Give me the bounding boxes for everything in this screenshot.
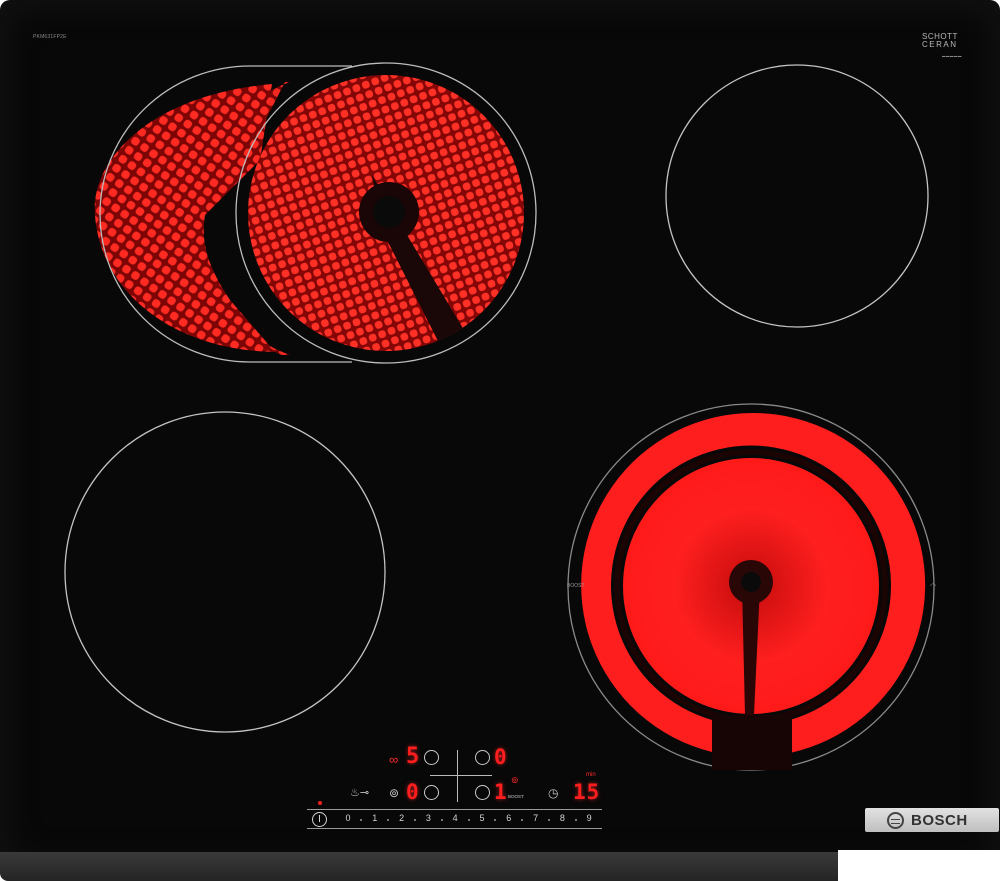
slider-dot: [414, 819, 416, 821]
bosch-logo-icon: [887, 811, 904, 829]
front-left-zone-select[interactable]: [424, 785, 439, 800]
brand-plate: BOSCH: [865, 808, 999, 832]
timer-display: 15: [573, 780, 601, 804]
rear-left-level-display: 5: [406, 744, 420, 769]
boost-icon[interactable]: ⊚: [511, 775, 519, 786]
front-left-zone: [64, 411, 386, 733]
slider-level-8[interactable]: 8: [556, 813, 568, 823]
brand-name: BOSCH: [911, 811, 968, 829]
slider-bottom-line: [307, 828, 602, 829]
zone-sensor-mark: ◠: [930, 583, 937, 590]
front-right-dual-zone: [567, 403, 935, 771]
rear-right-zone-select[interactable]: [475, 750, 490, 765]
slider-dot: [548, 819, 550, 821]
rear-right-level-display: 0: [494, 745, 507, 769]
front-right-level-display: 1: [494, 780, 507, 804]
slider-dot: [440, 819, 443, 821]
boost-button-label[interactable]: BOOST: [508, 794, 524, 799]
power-indicator-led: [318, 801, 322, 805]
slider-dot: [574, 819, 577, 821]
timer-unit-label: min: [586, 772, 596, 778]
slider-level-3[interactable]: 3: [422, 813, 434, 823]
rear-left-zone-select[interactable]: [424, 750, 439, 765]
slider-level-6[interactable]: 6: [503, 813, 515, 823]
front-right-zone-select[interactable]: [475, 785, 490, 800]
slider-level-4[interactable]: 4: [449, 813, 461, 823]
slider-level-2[interactable]: 2: [396, 813, 408, 823]
slider-level-5[interactable]: 5: [476, 813, 488, 823]
timer-icon[interactable]: ◷: [548, 786, 558, 800]
panel-divider-horizontal: [430, 775, 492, 776]
slider-level-0[interactable]: 0: [342, 813, 354, 823]
slider-level-7[interactable]: 7: [530, 813, 542, 823]
child-lock-icon[interactable]: ♨⊸: [350, 786, 369, 799]
panel-divider-vertical: [457, 750, 458, 802]
boost-zone-label: BOOST: [567, 583, 585, 589]
rear-left-outer-heater-left: [94, 84, 275, 352]
slider-dot: [467, 819, 470, 821]
rear-left-dual-zone: [94, 62, 537, 364]
slider-level-1[interactable]: 1: [369, 813, 381, 823]
keep-warm-icon[interactable]: ⊚: [389, 786, 399, 800]
rear-right-zone: [665, 64, 929, 328]
dual-zone-icon[interactable]: ∞: [389, 752, 398, 767]
slider-level-9[interactable]: 9: [583, 813, 595, 823]
front-left-level-display: 0: [406, 780, 419, 804]
slider-top-line: [307, 809, 602, 810]
power-icon[interactable]: [312, 812, 327, 827]
